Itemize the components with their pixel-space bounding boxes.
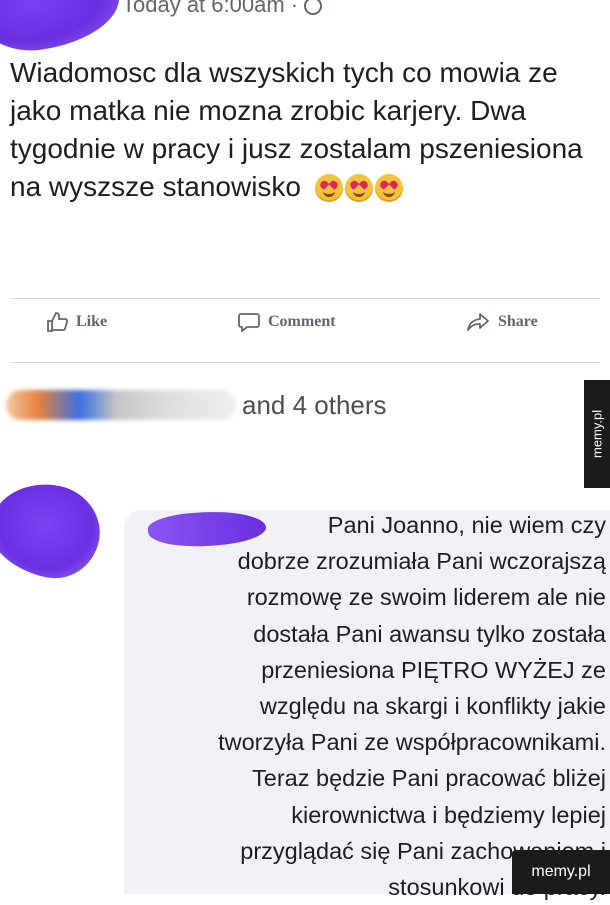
comment-line: kierownictwa i będziemy lepiej <box>291 801 606 828</box>
comment-icon <box>238 313 260 332</box>
comment-line: Pani Joanno, nie wiem czy <box>327 512 606 538</box>
post-text: Wiadomosc dla wszyskich tych co mowia ze… <box>10 54 600 212</box>
comment-line: Teraz będzie Pani pracować bliżej <box>252 765 606 792</box>
heart-eyes-emoji <box>344 174 373 202</box>
comment-line: dobrze zrozumiała Pani wczorajszą <box>237 548 606 575</box>
comment-line: przeniesiona PIĘTRO WYŻEJ ze <box>261 656 606 683</box>
thumbs-up-icon <box>47 312 68 332</box>
comment-line: rozmowę ze swoim liderem ale nie <box>246 584 606 611</box>
comment-line: dostała Pani awansu tylko została <box>253 620 606 647</box>
comment-line: względu na skargi i konflikty jakie <box>259 693 606 720</box>
emoji-group <box>314 174 405 212</box>
comment-line: tworzyła Pani ze współpracownikami. <box>218 729 606 756</box>
comment-text: Pani Joanno, nie wiem czy dobrze zrozumi… <box>136 507 606 905</box>
share-button[interactable]: Share <box>466 312 538 332</box>
comment-button[interactable]: Comment <box>238 312 336 332</box>
redacted-avatar <box>0 0 125 58</box>
watermark-side: memy.pl <box>584 380 610 488</box>
divider <box>10 298 600 299</box>
redacted-commenter-avatar <box>0 473 109 587</box>
redacted-reactions <box>6 390 236 420</box>
like-button[interactable]: Like <box>46 312 107 332</box>
watermark-bottom: memy.pl <box>512 850 610 894</box>
globe-icon <box>304 0 323 16</box>
heart-eyes-emoji <box>314 174 343 202</box>
share-icon <box>467 313 489 331</box>
post-timestamp[interactable]: Today at 6:00am · <box>122 0 323 18</box>
heart-eyes-emoji <box>374 174 403 202</box>
divider <box>10 362 600 363</box>
reactions-summary[interactable]: and 4 others <box>0 384 610 428</box>
post-actions: Like Comment Share <box>0 312 610 352</box>
